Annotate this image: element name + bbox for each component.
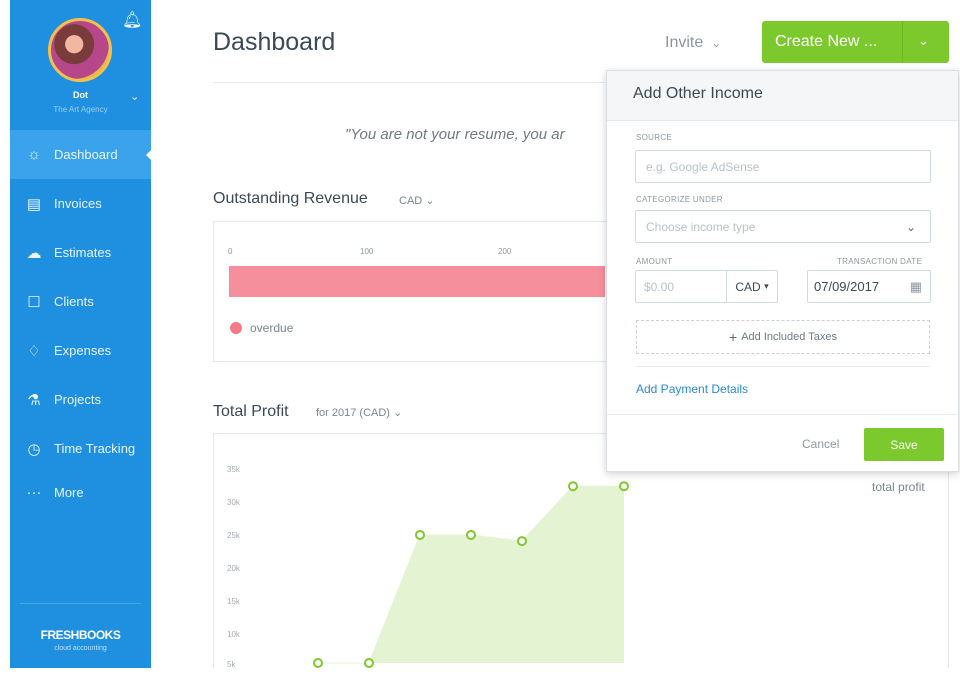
amount-field: CAD ▾ xyxy=(635,270,778,303)
popup-title: Add Other Income xyxy=(633,85,763,102)
cancel-button[interactable]: Cancel xyxy=(802,437,839,451)
amount-label: AMOUNT xyxy=(636,257,673,266)
profit-point[interactable] xyxy=(364,658,374,668)
profit-area xyxy=(318,486,624,663)
chevron-down-icon: ⌄ xyxy=(905,219,916,234)
category-select[interactable]: Choose income type ⌄ xyxy=(635,210,931,243)
profit-point[interactable] xyxy=(415,529,425,540)
category-label: CATEGORIZE UNDER xyxy=(636,195,723,204)
add-taxes-label: Add Included Taxes xyxy=(741,331,837,343)
amount-currency-select[interactable]: CAD ▾ xyxy=(726,271,777,302)
popup-footer-divider xyxy=(607,414,958,415)
source-label: SOURCE xyxy=(636,133,673,142)
plus-icon: + xyxy=(729,329,738,345)
add-other-income-popup: Add Other Income SOURCE CATEGORIZE UNDER… xyxy=(606,70,959,472)
profit-point[interactable] xyxy=(517,536,527,547)
date-label: TRANSACTION DATE xyxy=(837,257,923,266)
add-payment-details-link[interactable]: Add Payment Details xyxy=(636,382,748,396)
source-input[interactable] xyxy=(646,159,930,174)
calendar-icon[interactable]: ▦ xyxy=(910,279,922,295)
date-field[interactable]: 07/09/2017 ▦ xyxy=(807,270,931,303)
amount-currency-label: CAD xyxy=(735,279,761,294)
category-placeholder: Choose income type xyxy=(646,219,756,234)
save-button[interactable]: Save xyxy=(864,428,944,461)
profit-point[interactable] xyxy=(466,529,476,540)
popup-divider xyxy=(636,366,930,367)
amount-input[interactable] xyxy=(636,279,726,294)
profit-point[interactable] xyxy=(313,658,323,668)
add-taxes-button[interactable]: + Add Included Taxes xyxy=(636,320,930,354)
total-profit-legend: total profit xyxy=(872,480,925,494)
profit-point[interactable] xyxy=(619,481,629,492)
profit-point[interactable] xyxy=(568,481,578,492)
chevron-down-icon: ▾ xyxy=(764,281,769,291)
popup-header: Add Other Income xyxy=(607,71,958,121)
date-value: 07/09/2017 xyxy=(814,279,880,294)
source-input-wrapper xyxy=(635,150,931,183)
